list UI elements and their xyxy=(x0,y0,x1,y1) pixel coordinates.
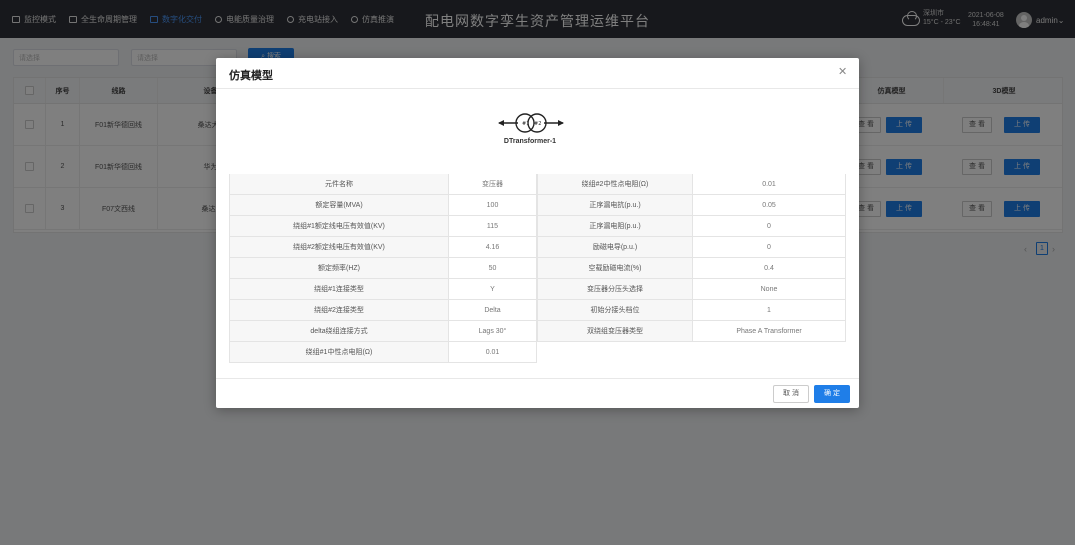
cancel-button[interactable]: 取 消 xyxy=(773,385,809,403)
property-value: 变压器 xyxy=(449,174,537,195)
property-key: 绕组#2额定线电压有效值(KV) xyxy=(230,237,449,258)
property-key: 绕组#1额定线电压有效值(KV) xyxy=(230,216,449,237)
property-key: 双绕组变压器类型 xyxy=(538,321,693,342)
property-key: 绕组#2中性点电阻(Ω) xyxy=(538,174,693,195)
property-key: 正序漏电阻(p.u.) xyxy=(538,216,693,237)
property-key: 正序漏电抗(p.u.) xyxy=(538,195,693,216)
property-value: 4.16 xyxy=(449,237,537,258)
property-key: 元件名称 xyxy=(230,174,449,195)
sim-model-dialog: 仿真模型 ✕ #1 #2 DTransformer-1 元件名称 变压器 额定容… xyxy=(216,58,859,408)
divider xyxy=(216,378,859,379)
property-value: 0.01 xyxy=(449,342,537,363)
property-value: 0 xyxy=(693,216,846,237)
property-key: 绕组#1连接类型 xyxy=(230,279,449,300)
property-key: 初始分接头档位 xyxy=(538,300,693,321)
property-value: 0.05 xyxy=(693,195,846,216)
winding-1-label: #1 xyxy=(522,121,529,127)
property-value: Phase A Transformer xyxy=(693,321,846,342)
property-value: Delta xyxy=(449,300,537,321)
property-value: 0 xyxy=(693,237,846,258)
symbol-label: DTransformer-1 xyxy=(503,138,557,145)
close-icon[interactable]: ✕ xyxy=(838,65,847,78)
property-value: 0.4 xyxy=(693,258,846,279)
property-key: 绕组#2连接类型 xyxy=(230,300,449,321)
property-value: 0.01 xyxy=(693,174,846,195)
confirm-button[interactable]: 确 定 xyxy=(814,385,850,403)
property-key: 励磁电导(p.u.) xyxy=(538,237,693,258)
property-value: None xyxy=(693,279,846,300)
property-key: 绕组#1中性点电阻(Ω) xyxy=(230,342,449,363)
property-key: 额定频率(HZ) xyxy=(230,258,449,279)
property-value: Y xyxy=(449,279,537,300)
property-value: 100 xyxy=(449,195,537,216)
property-key: 空载励磁电流(%) xyxy=(538,258,693,279)
property-value: 115 xyxy=(449,216,537,237)
property-value: Lags 30° xyxy=(449,321,537,342)
property-value: 1 xyxy=(693,300,846,321)
property-key: 额定容量(MVA) xyxy=(230,195,449,216)
dialog-title: 仿真模型 xyxy=(229,70,273,82)
property-key: 变压器分压头选择 xyxy=(538,279,693,300)
transformer-symbol-icon: #1 #2 xyxy=(498,113,564,133)
divider xyxy=(216,88,859,89)
winding-2-label: #2 xyxy=(534,121,541,127)
property-key: delta绕组连接方式 xyxy=(230,321,449,342)
property-value: 50 xyxy=(449,258,537,279)
